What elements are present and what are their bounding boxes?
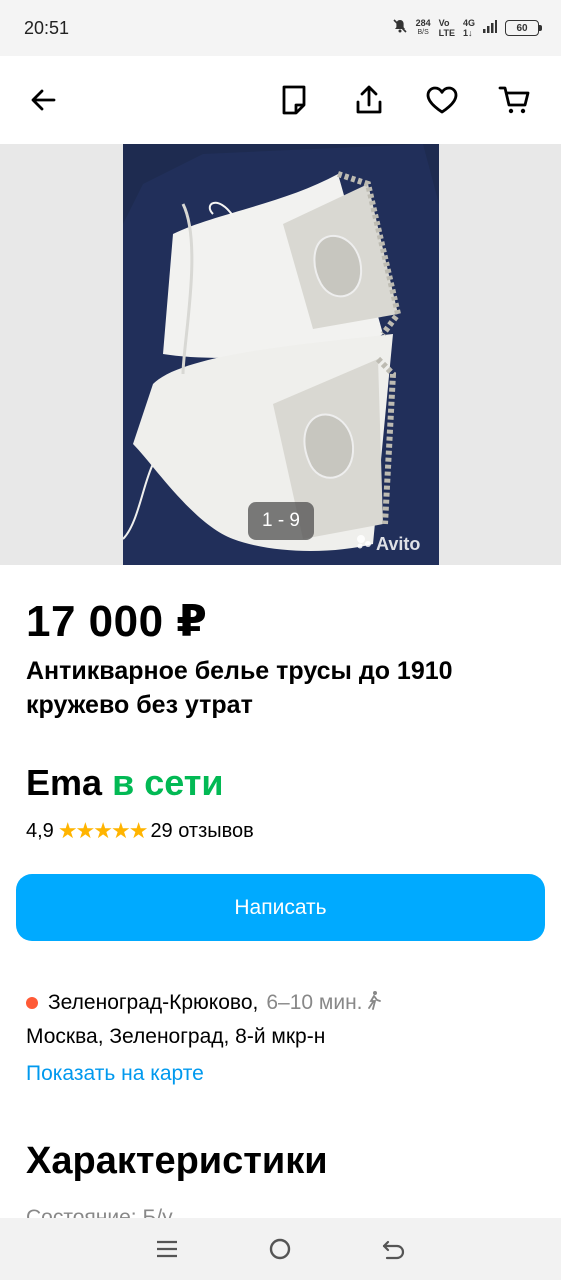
battery-icon: 60 xyxy=(505,20,542,36)
menu-icon[interactable] xyxy=(147,1229,187,1269)
top-toolbar xyxy=(0,56,561,144)
volte-bottom: LTE xyxy=(438,28,455,38)
listing-price: 17 000 ₽ xyxy=(26,597,208,646)
avito-logo-icon xyxy=(356,534,374,555)
watermark-text: Avito xyxy=(376,534,421,554)
volte-indicator: Vo LTE xyxy=(439,18,455,38)
system-nav-bar xyxy=(0,1218,561,1280)
status-icons: 284 B/S Vo LTE 4G 1↓ 60 xyxy=(392,18,542,39)
net-speed-unit: B/S xyxy=(417,29,429,36)
heart-icon[interactable] xyxy=(424,82,460,118)
photo-counter: 1 - 9 xyxy=(248,502,314,540)
net-speed: 284 B/S xyxy=(416,18,431,38)
seller-name[interactable]: Ema xyxy=(26,762,102,803)
walk-time: 6–10 мин. xyxy=(266,990,381,1016)
write-message-button[interactable]: Написать xyxy=(16,874,545,941)
avito-watermark: Avito xyxy=(356,534,420,555)
listing-title: Антикварное белье трусы до 1910 кружево … xyxy=(26,657,453,719)
address: Москва, Зеленоград, 8-й мкр-н xyxy=(26,1025,326,1048)
metro-station: Зеленоград-Крюково, 6–10 мин. xyxy=(26,990,381,1016)
rating-value: 4,9 xyxy=(26,819,54,842)
mute-bell-icon xyxy=(392,18,408,39)
walking-person-icon xyxy=(367,990,381,1016)
net-speed-value: 284 xyxy=(415,18,431,28)
seller-header[interactable]: Ema в сети xyxy=(26,762,224,804)
rating-stars-icon: ★★★★★ xyxy=(57,818,149,843)
characteristics-title: Характеристики xyxy=(26,1140,328,1182)
status-bar: 20:51 284 B/S Vo LTE 4G 1↓ 60 xyxy=(0,0,561,56)
show-on-map-link[interactable]: Показать на карте xyxy=(26,1062,204,1086)
cart-icon[interactable] xyxy=(497,82,533,118)
back-icon[interactable] xyxy=(374,1229,414,1269)
home-icon[interactable] xyxy=(260,1229,300,1269)
share-icon[interactable] xyxy=(351,82,387,118)
seller-rating[interactable]: 4,9 ★★★★★ 29 отзывов xyxy=(26,818,254,844)
photo-gallery[interactable]: 1 - 9 Avito xyxy=(0,144,561,565)
metro-dot-icon xyxy=(26,997,38,1009)
reviews-count[interactable]: 29 отзывов xyxy=(150,820,253,843)
network-bottom: 1↓ xyxy=(462,28,473,38)
note-icon[interactable] xyxy=(276,82,312,118)
signal-icon xyxy=(483,19,497,38)
online-status: в сети xyxy=(112,762,224,803)
walk-time-text: 6–10 мин. xyxy=(266,991,363,1014)
status-time: 20:51 xyxy=(24,17,70,38)
network-indicator: 4G 1↓ xyxy=(463,18,475,38)
metro-name: Зеленоград-Крюково, xyxy=(48,991,259,1014)
back-arrow-icon[interactable] xyxy=(25,82,61,118)
characteristics-first-row: Состояние: Б/у xyxy=(26,1206,173,1218)
network-top: 4G xyxy=(462,18,475,28)
battery-level: 60 xyxy=(516,22,528,34)
volte-top: Vo xyxy=(438,18,450,28)
